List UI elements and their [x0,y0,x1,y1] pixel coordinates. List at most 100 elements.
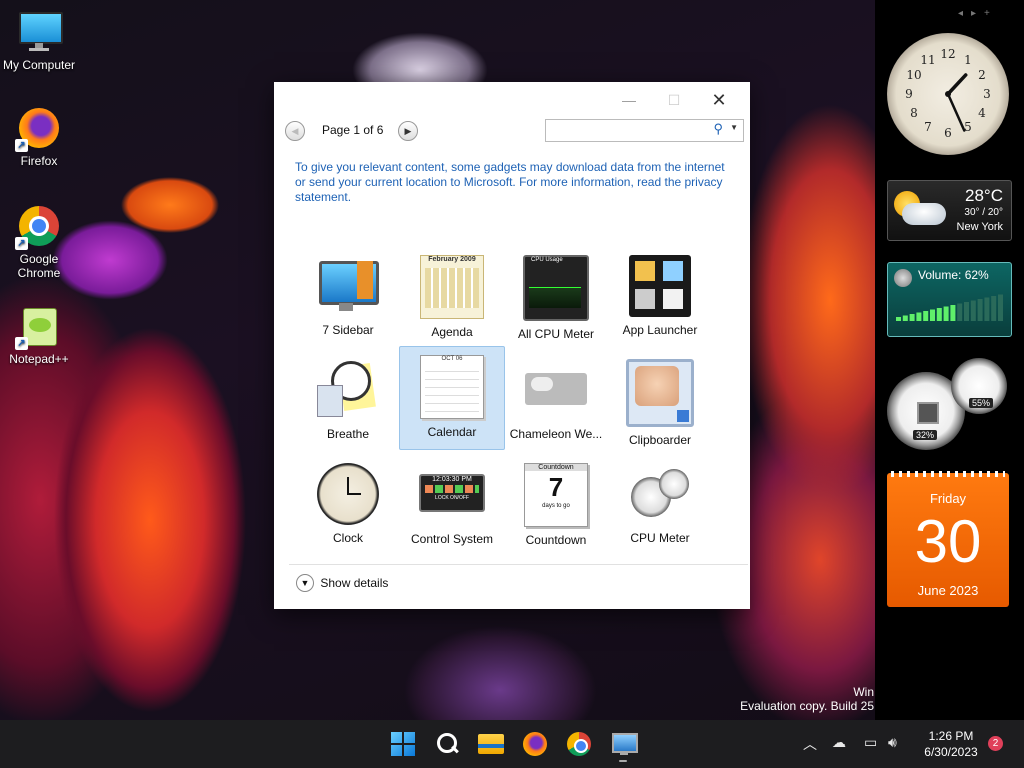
gadget-tile-label: Clipboarder [628,433,692,447]
search-taskbar-button[interactable] [432,729,462,759]
search-box[interactable]: ⚲ ▼ [545,119,744,142]
weather-gadget[interactable]: 28°C 30° / 20° New York [887,180,1012,241]
notepadpp-icon: ↗ [15,304,61,350]
volume-bar [916,312,922,321]
close-button[interactable]: ✕ [699,89,739,111]
desktop-icon-my-computer[interactable]: My Computer [0,10,78,72]
search-input[interactable] [550,121,704,140]
gadget-tile-label: Countdown [525,533,587,547]
calendar-month-year: June 2023 [917,583,979,598]
divider [289,564,748,565]
clock-gadget[interactable]: 12 1 2 345 678 9 10 11 [887,33,1009,155]
gadget-tile-countdown[interactable]: Countdown 7 days to go Countdown [504,456,608,556]
shortcut-arrow-icon: ↗ [15,237,28,250]
cpu-meter-gadget[interactable]: 32% 55% [887,358,1011,454]
chevron-down-icon[interactable]: ▼ [730,123,738,132]
cpu-usage-title: CPU Usage [531,257,563,263]
minimize-button[interactable]: — [609,89,649,111]
calendar-gadget[interactable]: Friday 30 June 2023 [887,471,1009,607]
volume-bar [896,317,901,321]
volume-bar [909,314,915,321]
show-details-button[interactable]: ▼ Show details [296,574,388,594]
weather-range: 30° / 20° [964,207,1003,218]
chrome-icon: ↗ [15,204,61,250]
gadgets-taskbar-button[interactable] [608,729,638,762]
svg-text:1: 1 [964,53,972,67]
gadget-tile-app-launcher[interactable]: App Launcher [608,248,712,348]
sidebar-controls[interactable]: ◂▸+ [958,8,998,19]
gadget-tile-chameleon-weather[interactable]: Chameleon We... [504,352,608,452]
gadget-tile-breathe[interactable]: Breathe [296,352,400,452]
chevron-up-icon[interactable]: ︿ [803,734,817,754]
file-explorer-button[interactable] [476,729,506,759]
memory-value: 55% [969,398,994,408]
taskbar: ︿ ☁ ▭ 🔊︎ 1:26 PM 6/30/2023 2 [0,720,1024,768]
cloud-offline-icon[interactable]: ☁ [832,734,846,751]
svg-text:5: 5 [964,120,972,134]
maximize-button[interactable]: ☐ [654,89,694,111]
clock-area[interactable]: 1:26 PM 6/30/2023 [916,728,986,760]
gadget-tile-label: Agenda [431,325,473,339]
next-page-button[interactable]: ▶ [398,121,418,141]
desktop-icon-label: Notepad++ [9,352,69,366]
windows-logo-icon [391,732,415,756]
cloud-sun-icon [894,191,946,229]
weather-temp: 28°C [965,186,1003,205]
volume-label: Volume: 62% [918,268,989,282]
gadget-tile-cpu-meter[interactable]: CPU Meter [608,456,712,556]
gadget-tile-agenda[interactable]: February 2009 Agenda [400,248,504,348]
notification-badge[interactable]: 2 [988,736,1003,751]
gadgets-dialog: — ☐ ✕ ◀ Page 1 of 6 ▶ ⚲ ▼ To give you re… [274,82,750,609]
desktop-icon-firefox[interactable]: ↗ Firefox [0,106,78,168]
calendar-month-text: OCT 06 [441,356,463,362]
volume-bar [923,311,929,321]
svg-text:6: 6 [944,126,952,140]
clock-icon [317,463,379,525]
expand-chevron-icon: ▼ [296,574,314,592]
volume-icon[interactable]: 🔊︎ [888,734,897,751]
cpu-value: 32% [913,430,938,440]
gadget-tile-7-sidebar[interactable]: 7 Sidebar [296,248,400,348]
shortcut-arrow-icon: ↗ [15,139,28,152]
gadget-tile-label: Calendar [427,425,477,439]
volume-bar [930,309,935,321]
gadget-tile-calendar[interactable]: OCT 06 Calendar [399,346,505,450]
chip-icon [917,402,939,424]
firefox-taskbar-button[interactable] [520,729,550,759]
svg-text:2: 2 [978,68,986,82]
chrome-taskbar-button[interactable] [564,729,594,759]
volume-meter [896,294,1003,321]
cpu-meter-icon [629,463,691,525]
gadget-tile-control-system[interactable]: 12:03:30 PM LOCK ON/OFF Control System [400,456,504,556]
svg-text:3: 3 [983,87,991,101]
gadget-tile-clipboarder[interactable]: Clipboarder [608,352,712,452]
volume-bar [950,305,956,321]
svg-text:10: 10 [906,68,921,82]
clipboarder-icon [626,359,694,427]
desktop-icon-chrome[interactable]: ↗ Google Chrome [0,204,78,280]
gadget-tile-label: App Launcher [622,323,698,337]
gadget-tile-all-cpu-meter[interactable]: CPU Usage All CPU Meter [504,248,608,348]
start-button[interactable] [388,729,418,759]
speaker-icon [894,269,912,287]
prev-page-button[interactable]: ◀ [285,121,305,141]
calendar-icon: OCT 06 [420,355,484,419]
volume-bar [943,306,949,321]
volume-gadget[interactable]: Volume: 62% [887,262,1012,337]
taskbar-time: 1:26 PM [928,729,974,743]
search-icon[interactable]: ⚲ [713,121,723,137]
show-details-label: Show details [320,576,389,590]
sidebar-monitor-icon [317,255,379,317]
gadget-tile-label: Control System [410,532,494,546]
network-icon[interactable]: ▭ [864,734,877,751]
watermark-line-1: Win [853,685,874,699]
chameleon-weather-icon [525,359,587,421]
svg-text:12: 12 [940,47,955,61]
privacy-notice[interactable]: To give you relevant content, some gadge… [295,160,735,205]
svg-text:4: 4 [978,106,986,120]
gadget-tile-clock[interactable]: Clock [296,456,400,556]
volume-bar [902,315,908,321]
calendar-weekday: Friday [929,491,967,506]
desktop-icon-notepadpp[interactable]: ↗ Notepad++ [0,304,78,366]
svg-text:9: 9 [905,87,913,101]
